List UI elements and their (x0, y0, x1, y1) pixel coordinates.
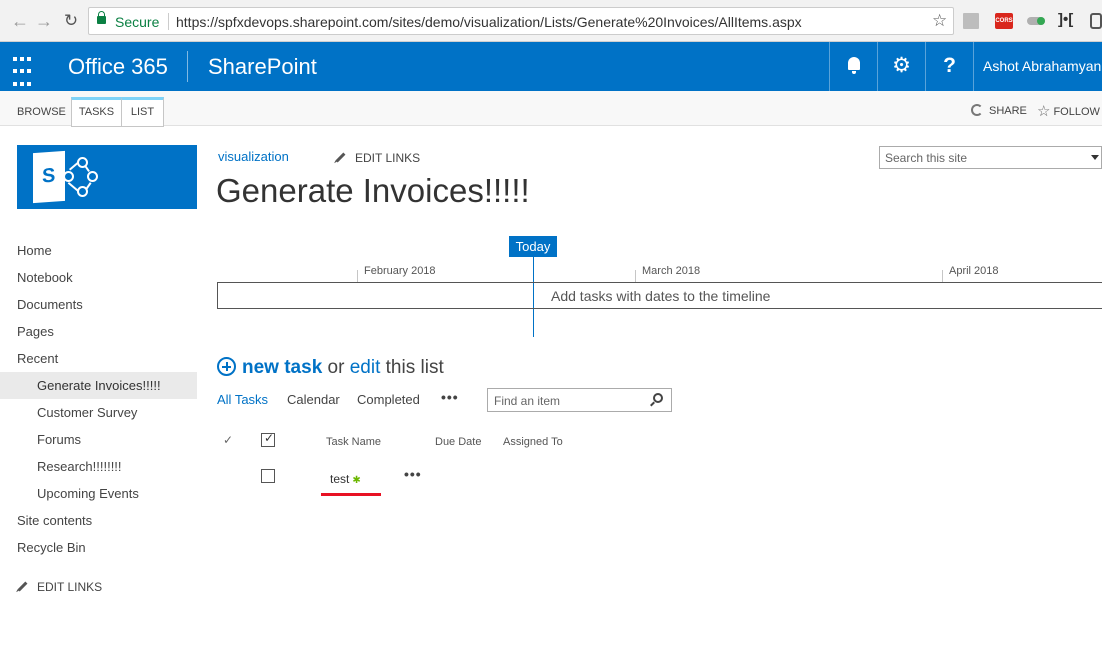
lock-icon (97, 11, 106, 24)
find-item-placeholder: Find an item (494, 394, 561, 408)
breadcrumb[interactable]: visualization (218, 149, 289, 164)
sharepoint-logo-icon: S (33, 150, 65, 204)
view-completed[interactable]: Completed (357, 392, 420, 407)
address-bar[interactable]: Secure https://spfxdevops.sharepoint.com… (88, 7, 954, 35)
settings-button[interactable]: ⚙ (877, 42, 925, 91)
task-name-link[interactable]: test (330, 472, 349, 486)
nav-item-pages[interactable]: Pages (0, 318, 197, 345)
edit-list-link[interactable]: edit (350, 357, 381, 378)
new-item-icon: ✱ (352, 475, 361, 486)
ribbon-bar: BROWSE TASKS LIST SHARE ☆ FOLLOW (0, 91, 1102, 127)
forward-arrow-icon[interactable]: → (34, 11, 54, 31)
select-all-checkbox[interactable] (261, 431, 275, 447)
omnibox-divider (168, 13, 169, 30)
follow-button[interactable]: ☆ FOLLOW (1037, 102, 1100, 120)
column-header-assigned-to[interactable]: Assigned To (503, 436, 563, 448)
more-views-button[interactable]: ••• (441, 389, 459, 405)
view-all-tasks[interactable]: All Tasks (217, 392, 268, 407)
sharepoint-app-title[interactable]: SharePoint (208, 54, 317, 80)
this-list-text: this list (385, 357, 444, 378)
tab-list[interactable]: LIST (122, 97, 164, 127)
nav-item-notebook[interactable]: Notebook (0, 264, 197, 291)
nav-edit-links-label: EDIT LINKS (37, 580, 103, 594)
month-tick (635, 270, 636, 282)
month-tick (942, 270, 943, 282)
page-title: Generate Invoices!!!!! (216, 172, 530, 209)
follow-label: FOLLOW (1053, 106, 1100, 118)
notifications-button[interactable] (829, 42, 877, 91)
column-header-due-date[interactable]: Due Date (435, 436, 481, 448)
timeline-placeholder: Add tasks with dates to the timeline (551, 288, 771, 304)
nav-edit-links[interactable]: EDIT LINKS (17, 580, 102, 594)
share-label: SHARE (989, 105, 1027, 117)
nav-item-upcoming-events[interactable]: Upcoming Events (0, 480, 197, 507)
share-button[interactable]: SHARE (971, 104, 1027, 117)
new-task-link[interactable]: new task (242, 357, 322, 378)
suite-bar: Office 365 SharePoint ⚙ ? Ashot Abrahamy… (0, 42, 1102, 91)
month-label-april: April 2018 (949, 265, 999, 277)
checkmark-icon: ✓ (223, 433, 234, 447)
today-marker: Today (509, 236, 557, 257)
nav-item-research[interactable]: Research!!!!!!!! (0, 453, 197, 480)
table-row: test ✱ (330, 472, 361, 486)
nav-item-home[interactable]: Home (0, 237, 197, 264)
nav-item-recycle-bin[interactable]: Recycle Bin (0, 534, 197, 561)
pencil-icon (335, 152, 346, 163)
month-label-february: February 2018 (364, 265, 436, 277)
logo-node (63, 171, 74, 182)
nav-item-forums[interactable]: Forums (0, 426, 197, 453)
bell-icon (848, 57, 860, 74)
month-tick (357, 270, 358, 282)
site-logo[interactable]: S (17, 145, 197, 209)
logo-node (77, 186, 88, 197)
secure-label: Secure (115, 14, 160, 30)
nav-item-customer-survey[interactable]: Customer Survey (0, 399, 197, 426)
logo-node (77, 157, 88, 168)
back-arrow-icon[interactable]: ← (10, 11, 30, 31)
month-label-march: March 2018 (642, 265, 701, 277)
suite-divider (187, 51, 188, 82)
help-button[interactable]: ? (925, 42, 973, 91)
help-icon: ? (943, 54, 956, 77)
quick-launch: Home Notebook Documents Pages Recent Gen… (0, 237, 197, 561)
new-task-bar: new task or edit this list (217, 357, 444, 379)
office365-brand[interactable]: Office 365 (68, 54, 168, 80)
nav-item-site-contents[interactable]: Site contents (0, 507, 197, 534)
tab-browse[interactable]: BROWSE (17, 97, 66, 126)
extension-frame-icon[interactable] (1090, 13, 1102, 29)
top-edit-links[interactable]: EDIT LINKS (335, 151, 420, 165)
row-more-button[interactable]: ••• (404, 466, 422, 482)
extension-gray-icon[interactable] (963, 13, 979, 29)
or-text: or (327, 357, 345, 378)
app-launcher-icon[interactable] (0, 42, 44, 91)
pencil-icon (17, 581, 28, 592)
column-header-task-name[interactable]: Task Name (326, 436, 381, 448)
site-search-input[interactable]: Search this site (879, 146, 1102, 169)
top-edit-links-label: EDIT LINKS (355, 151, 421, 165)
user-menu[interactable]: Ashot Abrahamyan (973, 42, 1102, 91)
toggle-extension-icon[interactable] (1027, 17, 1045, 25)
share-icon (971, 104, 983, 116)
browser-toolbar: ← → ↻ Secure https://spfxdevops.sharepoi… (0, 0, 1102, 42)
nav-item-recent[interactable]: Recent (0, 345, 197, 372)
red-underline-annotation (321, 493, 381, 496)
search-icon[interactable] (653, 393, 663, 403)
chevron-down-icon[interactable] (1091, 155, 1099, 160)
add-icon[interactable] (217, 357, 236, 376)
logo-node (87, 171, 98, 182)
cors-extension-icon[interactable]: CORS (995, 13, 1013, 29)
bracket-extension-icon[interactable]: ]•[ (1058, 11, 1073, 28)
nav-item-documents[interactable]: Documents (0, 291, 197, 318)
view-calendar[interactable]: Calendar (287, 392, 340, 407)
find-item-input[interactable]: Find an item (487, 388, 672, 412)
row-checkbox[interactable] (261, 469, 275, 483)
nav-item-generate-invoices[interactable]: Generate Invoices!!!!! (0, 372, 197, 399)
tab-tasks[interactable]: TASKS (71, 97, 122, 127)
url-text[interactable]: https://spfxdevops.sharepoint.com/sites/… (176, 14, 802, 30)
site-search-placeholder: Search this site (885, 151, 968, 165)
bookmark-star-icon[interactable]: ☆ (932, 11, 947, 31)
reload-icon[interactable]: ↻ (61, 11, 81, 31)
follow-star-icon: ☆ (1037, 103, 1051, 120)
gear-icon: ⚙ (892, 54, 911, 77)
